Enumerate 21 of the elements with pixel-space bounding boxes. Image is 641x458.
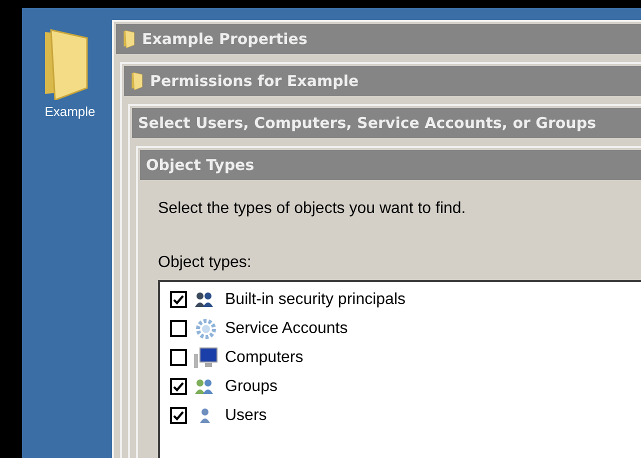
checkbox[interactable]	[170, 291, 187, 308]
checkbox[interactable]	[170, 320, 187, 337]
desktop-icon-label[interactable]: Example	[44, 104, 96, 119]
object-type-label[interactable]: Service Accounts	[225, 320, 348, 338]
folder-icon	[130, 72, 144, 90]
checkbox[interactable]	[170, 349, 187, 366]
object-type-label[interactable]: Computers	[225, 348, 304, 366]
window-title: Example Properties	[142, 30, 308, 48]
window-title: Object Types	[146, 156, 254, 174]
window-title: Select Users, Computers, Service Accounts, or Groups	[138, 114, 596, 132]
gear-icon	[193, 316, 219, 340]
computer-icon	[193, 346, 219, 370]
checkbox[interactable]	[170, 407, 187, 424]
window-title: Permissions for Example	[150, 72, 359, 90]
object-type-label[interactable]: Users	[225, 406, 267, 424]
list-label: Object types:	[158, 254, 252, 272]
object-type-label[interactable]: Built-in security principals	[225, 290, 406, 308]
instruction-text: Select the types of objects you want to find.	[158, 200, 467, 218]
checkbox[interactable]	[170, 378, 187, 395]
object-type-label[interactable]: Groups	[225, 378, 278, 396]
folder-icon	[122, 30, 136, 48]
